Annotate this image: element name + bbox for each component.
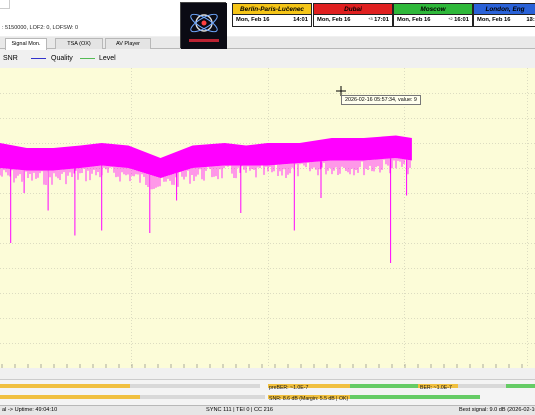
clock-time: 13:0 (526, 17, 535, 23)
status-uptime: al -> Uptime: 49:04:10 (2, 407, 58, 413)
legend-quality-swatch (31, 58, 46, 59)
clock-moscow: Moscow Mon, Feb 16 +2 16:01 (393, 3, 473, 27)
status-bar: al -> Uptime: 49:04:10 SYNC 111 | TEI 0 … (0, 405, 535, 415)
ber-label: BER: ~1.0E-7 (420, 385, 452, 391)
clock-time: 17:01 (374, 17, 389, 23)
lnb-parameters: : 5150000, LOF2: 0, LOFSW: 0 (2, 25, 79, 31)
snr-bar-green (350, 395, 480, 399)
snr-label: SNR: 8.6 dB (Margin: 5.5 dB | OK) (269, 396, 349, 402)
clock-date: Mon, Feb 16 (236, 17, 270, 23)
tab-signal-mon[interactable]: Signal Mon. (5, 38, 47, 50)
snr-bar-grey (140, 395, 265, 399)
preber-bar-green (350, 384, 418, 388)
legend-level-swatch (80, 58, 95, 59)
chart-legend: SNR Quality Level (0, 50, 535, 67)
quality-bars: preBER: ~1.0E-7 BER: ~1.0E-7 SNR: 8.6 dB… (0, 379, 535, 405)
clock-row: Mon, Feb 16 +2 16:01 (394, 15, 472, 26)
signal-chart[interactable]: 2026-02-16 05:57:34, value: 9 (0, 68, 535, 368)
clock-city-label: Dubai (314, 4, 392, 15)
clock-dubai: Dubai Mon, Feb 16 +3 17:01 (313, 3, 393, 27)
station-logo (180, 2, 227, 49)
clock-offset: +3 (368, 16, 373, 21)
tab-tsa[interactable]: TSA (OX) (55, 38, 103, 49)
window-corner (0, 0, 10, 9)
clock-city-label: Moscow (394, 4, 472, 15)
legend-quality-label: Quality (51, 55, 73, 62)
chart-tooltip: 2026-02-16 05:57:34, value: 9 (341, 95, 421, 105)
clock-date: Mon, Feb 16 (477, 17, 511, 23)
prebar-segment-grey (130, 384, 260, 388)
clock-time: 14:01 (293, 17, 308, 23)
clock-berlin: Berlin-Paris-Lučenec Mon, Feb 16 14:01 (232, 3, 312, 27)
clock-date: Mon, Feb 16 (397, 17, 431, 23)
ber-bar-green (506, 384, 535, 388)
ber-bar-grey (458, 384, 506, 388)
prebar-segment-yellow (0, 384, 130, 388)
clock-offset: +2 (448, 16, 453, 21)
tab-strip: Signal Mon. TSA (OX) AV Player (0, 37, 535, 50)
signal-chart-svg (0, 68, 535, 368)
clock-row: Mon, Feb 16 -1 13:0 (474, 15, 535, 26)
clock-city-label: London, Eng (474, 4, 535, 15)
clock-date: Mon, Feb 16 (317, 17, 351, 23)
clock-city-label: Berlin-Paris-Lučenec (233, 4, 311, 15)
clock-row: Mon, Feb 16 14:01 (233, 15, 311, 26)
legend-snr-label: SNR (3, 55, 18, 62)
clock-row: Mon, Feb 16 +3 17:01 (314, 15, 392, 26)
satellite-logo-icon (181, 3, 227, 49)
legend-level-label: Level (99, 55, 116, 62)
preber-label: preBER: ~1.0E-7 (269, 385, 309, 391)
status-best-signal: Best signal: 9.0 dB (2026-02-16 (459, 407, 535, 413)
tab-av-player[interactable]: AV Player (105, 38, 151, 49)
status-sync: SYNC 111 | TEI 0 | CC 216 (206, 407, 273, 413)
clock-london: London, Eng Mon, Feb 16 -1 13:0 (473, 3, 535, 27)
clock-time: 16:01 (454, 17, 469, 23)
snr-bar-yellow (0, 395, 140, 399)
